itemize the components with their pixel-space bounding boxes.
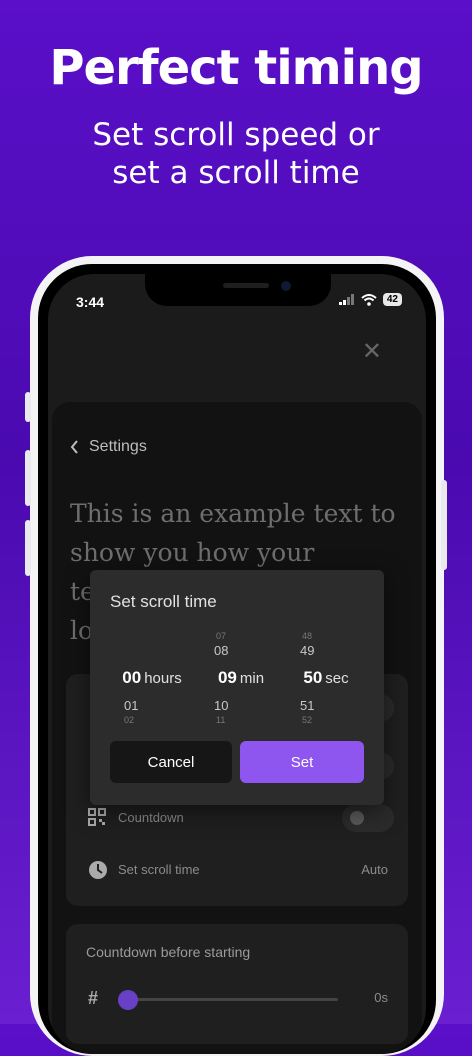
qr-code-icon	[88, 808, 106, 826]
picker-selected: 50 sec	[294, 661, 358, 696]
seconds-unit: sec	[325, 670, 349, 687]
cancel-button[interactable]: Cancel	[110, 741, 232, 783]
hours-picker[interactable]: 00 hours 01 02	[114, 632, 190, 725]
picker-item: 10	[214, 698, 229, 713]
status-time: 3:44	[76, 294, 105, 310]
hours-value: 00	[122, 668, 142, 687]
phone-side-button	[25, 392, 31, 422]
phone-volume-up	[25, 450, 31, 506]
camera	[281, 281, 291, 291]
countdown-slider-value: 0s	[374, 990, 388, 1005]
toggle-knob	[350, 811, 364, 825]
subheadline-line-2: set a scroll time	[112, 155, 360, 191]
phone-volume-down	[25, 520, 31, 576]
hash-icon: #	[88, 988, 99, 1008]
picker-item: 08	[214, 643, 229, 658]
countdown-slider-track[interactable]	[128, 998, 338, 1001]
countdown-label: Countdown	[118, 810, 184, 825]
picker-item	[114, 632, 190, 641]
subheadline: Set scroll speed or set a scroll time	[0, 116, 472, 192]
picker-item: 49	[300, 643, 315, 658]
phone-power-button	[441, 480, 447, 570]
picker-item: 11	[216, 715, 226, 725]
back-label: Settings	[89, 438, 147, 455]
picker-item: 48	[302, 631, 313, 641]
seconds-picker[interactable]: 48 49 50 sec 51 52	[294, 632, 358, 725]
status-icons: 42	[338, 293, 402, 306]
example-line-1: This is an example text to	[70, 499, 396, 528]
hours-unit: hours	[144, 670, 182, 687]
close-icon[interactable]: ✕	[362, 340, 382, 364]
example-line-2: show you how your	[70, 538, 315, 567]
dialog-title: Set scroll time	[110, 592, 217, 611]
picker-item: 51	[300, 698, 315, 713]
notch	[145, 274, 331, 306]
battery-icon: 42	[382, 293, 402, 306]
picker-item: 07	[216, 631, 227, 641]
minutes-picker[interactable]: 07 08 09 min 10 11	[208, 632, 274, 725]
picker-item: 02	[124, 715, 135, 725]
wifi-icon	[361, 293, 377, 306]
picker-item: 52	[302, 715, 313, 725]
countdown-before-starting-card: Countdown before starting # 0s	[66, 924, 408, 1044]
picker-selected: 00 hours	[114, 661, 190, 696]
cellular-signal-icon	[338, 294, 354, 305]
scroll-time-value[interactable]: Auto	[361, 862, 388, 877]
seconds-value: 50	[303, 668, 323, 687]
speaker	[223, 283, 269, 288]
minutes-unit: min	[239, 670, 265, 687]
subheadline-line-1: Set scroll speed or	[92, 117, 380, 153]
chevron-left-icon	[70, 440, 78, 454]
headline: Perfect timing	[49, 40, 423, 96]
set-scroll-time-dialog: Set scroll time 00 hours 01 02 07 08 09 mi…	[90, 570, 384, 805]
clock-icon	[89, 861, 107, 879]
picker-item	[114, 641, 190, 661]
countdown-toggle[interactable]	[342, 804, 394, 832]
set-button[interactable]: Set	[240, 741, 364, 783]
minutes-value: 09	[217, 668, 237, 687]
picker-item: 01	[124, 698, 139, 713]
countdown-before-starting-title: Countdown before starting	[86, 944, 251, 960]
back-button[interactable]: Settings	[70, 438, 147, 456]
picker-selected: 09 min	[208, 661, 274, 696]
countdown-slider-thumb[interactable]	[118, 990, 138, 1010]
set-scroll-time-label[interactable]: Set scroll time	[118, 862, 200, 877]
